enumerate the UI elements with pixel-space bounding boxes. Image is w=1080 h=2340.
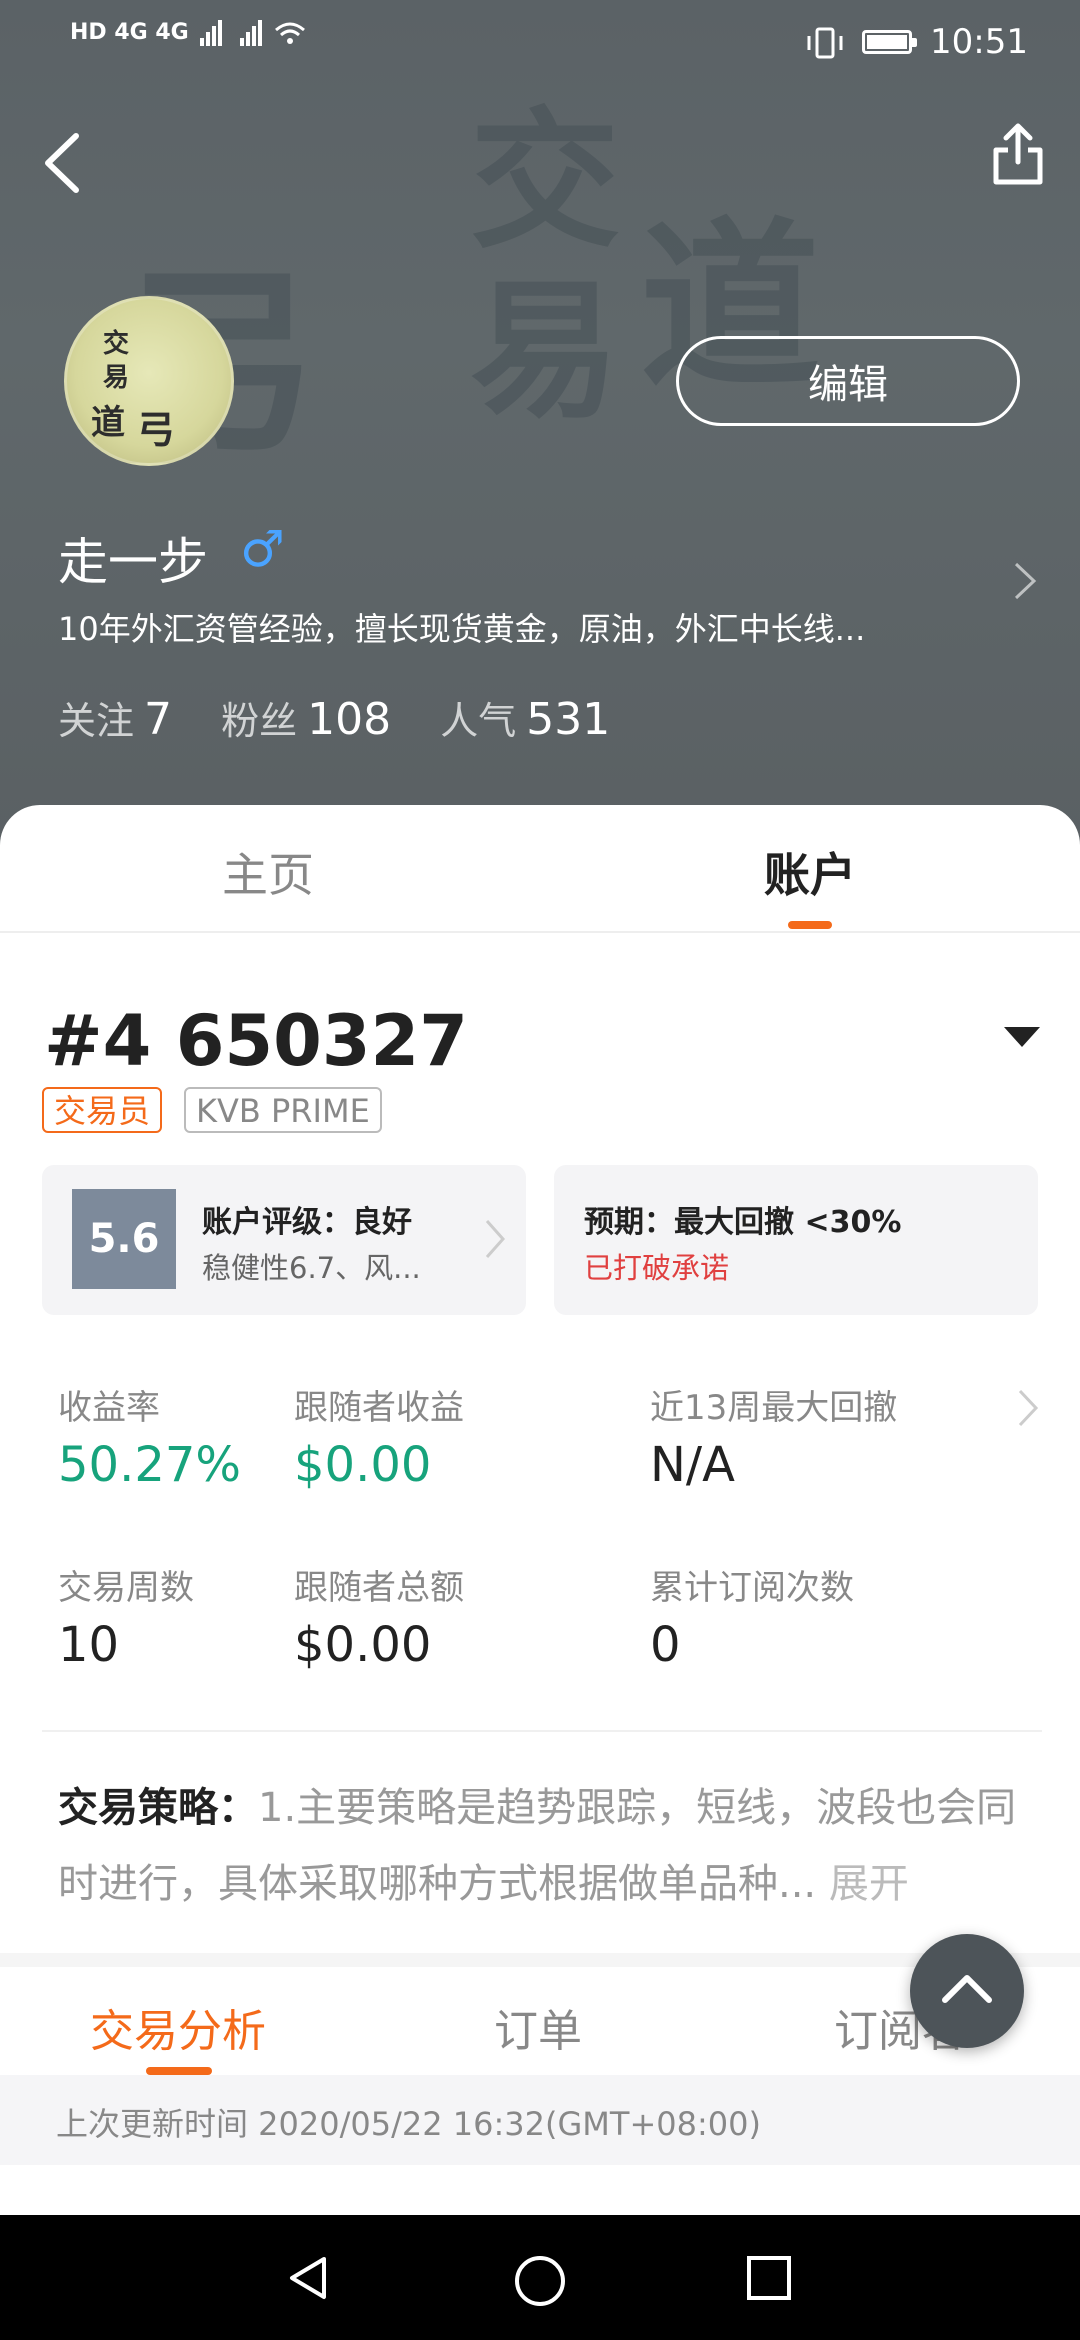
profile-stats: 关注 7 粉丝 108 人气 531 bbox=[58, 690, 654, 745]
username: 走一步 bbox=[58, 533, 208, 591]
clock: 10:51 bbox=[930, 22, 1028, 62]
metric-label: 跟随者总额 bbox=[294, 1568, 464, 1608]
triangle-back-icon bbox=[290, 2257, 326, 2299]
rating-score: 5.6 bbox=[72, 1189, 176, 1289]
avatar-char: 弓 bbox=[137, 407, 176, 452]
subtab-indicator bbox=[146, 2067, 212, 2075]
expectation-card[interactable]: 预期：最大回撤 <30% 已打破承诺 bbox=[554, 1165, 1038, 1315]
stat-label: 关注 bbox=[58, 699, 135, 743]
metrics-detail-arrow[interactable] bbox=[1014, 1383, 1042, 1433]
tab-account[interactable]: 账户 bbox=[764, 839, 856, 905]
broker-badge: KVB PRIME bbox=[184, 1087, 382, 1133]
avatar[interactable]: 交 易 道 弓 bbox=[64, 296, 234, 466]
signal-icon bbox=[200, 20, 306, 46]
stat-label: 人气 bbox=[440, 699, 517, 743]
chevron-left-icon bbox=[45, 133, 79, 193]
chevron-right-icon bbox=[1014, 562, 1037, 600]
chevron-right-icon bbox=[1018, 1389, 1039, 1427]
chevron-right-icon bbox=[482, 1215, 508, 1263]
avatar-char: 交 bbox=[103, 329, 130, 359]
account-rating-card[interactable]: 5.6 账户评级：良好 稳健性6.7、风... bbox=[42, 1165, 526, 1315]
network-label: HD 4G 4G bbox=[70, 20, 189, 45]
battery-icon bbox=[862, 30, 917, 54]
account-number: #4 650327 bbox=[44, 1000, 468, 1082]
network-indicator: HD 4G 4G bbox=[70, 18, 326, 48]
metric-label: 交易周数 bbox=[58, 1568, 194, 1608]
expectation-status: 已打破承诺 bbox=[584, 1251, 730, 1285]
nav-home-button[interactable] bbox=[512, 2253, 568, 2313]
rating-title: 账户评级：良好 bbox=[202, 1205, 412, 1240]
edit-button[interactable]: 编辑 bbox=[676, 336, 1020, 426]
trader-badge: 交易员 bbox=[42, 1087, 163, 1133]
profile-tabs: 主页 账户 bbox=[0, 805, 1080, 933]
strategy-section: 交易策略：1.主要策略是趋势跟踪，短线，波段也会同时进行，具体采取哪种方式根据做… bbox=[58, 1770, 1028, 1922]
profile-header: 交 易 道 弓 HD 4G 4G 10:51 bbox=[0, 0, 1080, 860]
last-updated-bar: 上次更新时间 2020/05/22 16:32(GMT+08:00) bbox=[0, 2075, 1080, 2165]
stat-value: 108 bbox=[307, 694, 392, 745]
stat-fans[interactable]: 粉丝 108 bbox=[221, 690, 391, 745]
stat-following[interactable]: 关注 7 bbox=[58, 690, 172, 745]
avatar-char: 易 bbox=[103, 363, 130, 393]
background-calligraphy: 易 bbox=[470, 263, 621, 439]
scroll-to-top-button[interactable] bbox=[910, 1934, 1024, 2048]
avatar-char: 道 bbox=[91, 403, 125, 443]
expand-link[interactable]: 展开 bbox=[829, 1861, 909, 1907]
chevron-up-icon bbox=[942, 1975, 992, 2003]
expectation-title: 预期：最大回撤 <30% bbox=[584, 1205, 902, 1240]
bio-text[interactable]: 10年外汇资管经验，擅长现货黄金，原油，外汇中长线... bbox=[58, 604, 938, 650]
status-bar: HD 4G 4G 10:51 bbox=[0, 0, 1080, 90]
divider bbox=[42, 1730, 1042, 1732]
metric-return-rate: 50.27% bbox=[58, 1437, 242, 1493]
stat-label: 粉丝 bbox=[221, 699, 298, 743]
rating-subtitle: 稳健性6.7、风... bbox=[202, 1251, 421, 1285]
metric-follower-profit: $0.00 bbox=[294, 1437, 432, 1493]
tab-orders[interactable]: 订单 bbox=[494, 1995, 582, 2059]
caret-down-icon[interactable] bbox=[1004, 1027, 1040, 1047]
metric-max-drawdown: N/A bbox=[650, 1437, 735, 1493]
square-recents-icon bbox=[747, 2256, 791, 2300]
metric-label: 收益率 bbox=[58, 1388, 160, 1428]
tab-indicator bbox=[788, 921, 832, 929]
metric-trading-weeks: 10 bbox=[58, 1617, 120, 1673]
share-icon bbox=[993, 123, 1043, 185]
vibrate-icon bbox=[805, 26, 845, 68]
profile-detail-arrow[interactable] bbox=[1010, 556, 1040, 606]
stat-value: 531 bbox=[526, 694, 611, 745]
stat-value: 7 bbox=[144, 694, 173, 745]
male-icon: ♂ bbox=[240, 520, 285, 578]
metric-follower-total: $0.00 bbox=[294, 1617, 432, 1673]
strategy-label: 交易策略： bbox=[58, 1785, 258, 1831]
tab-trade-analysis[interactable]: 交易分析 bbox=[90, 1995, 266, 2059]
metric-label: 跟随者收益 bbox=[294, 1388, 464, 1428]
share-button[interactable] bbox=[988, 120, 1048, 190]
tab-home[interactable]: 主页 bbox=[222, 839, 314, 905]
metric-subscriptions: 0 bbox=[650, 1617, 681, 1673]
metric-label: 累计订阅次数 bbox=[650, 1568, 854, 1608]
nav-back-button[interactable] bbox=[284, 2253, 334, 2307]
metric-label: 近13周最大回撤 bbox=[650, 1388, 898, 1428]
system-nav-bar bbox=[0, 2215, 1080, 2340]
back-button[interactable] bbox=[38, 128, 88, 198]
stat-popularity[interactable]: 人气 531 bbox=[440, 690, 610, 745]
nav-recents-button[interactable] bbox=[744, 2253, 794, 2307]
circle-home-icon bbox=[515, 2256, 565, 2306]
last-updated-text: 上次更新时间 2020/05/22 16:32(GMT+08:00) bbox=[56, 2105, 761, 2143]
